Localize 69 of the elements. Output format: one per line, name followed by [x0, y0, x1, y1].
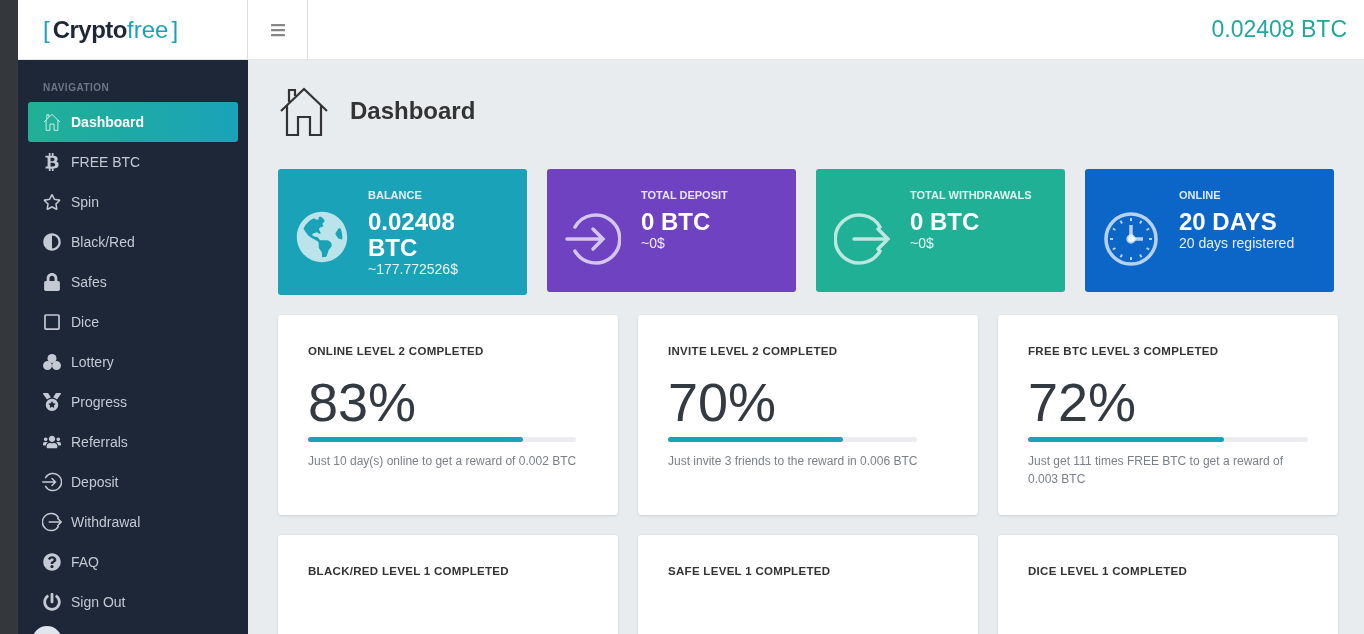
- page-title: Dashboard: [350, 97, 476, 125]
- nav-label: Spin: [71, 194, 100, 210]
- stat-subtext: ~0$: [910, 235, 935, 251]
- nav-item[interactable]: Sign Out: [28, 582, 238, 622]
- home-icon: [43, 113, 61, 131]
- nav-item[interactable]: FAQ: [28, 542, 238, 582]
- stat-value: 20 DAYS: [1179, 209, 1278, 235]
- level-percent: 83%: [308, 371, 418, 433]
- nav-label: Sign Out: [71, 594, 126, 610]
- nav-label: Lottery: [71, 354, 114, 370]
- stat-label: ONLINE: [1179, 189, 1222, 201]
- nav-label: FREE BTC: [71, 154, 141, 170]
- nav-item[interactable]: Safes: [28, 262, 238, 302]
- globe-icon: [296, 211, 348, 263]
- sign-in-icon: [42, 472, 62, 492]
- level-title: FREE BTC LEVEL 3 COMPLETED: [1028, 345, 1220, 357]
- nav-label: Black/Red: [71, 234, 135, 250]
- level-note: Just 10 day(s) online to get a reward of 0.002 BTC: [308, 453, 577, 470]
- balls-icon: [43, 353, 61, 371]
- level-percent: 72%: [1028, 371, 1138, 433]
- nav-label: Safes: [71, 274, 107, 290]
- nav-item[interactable]: Referrals: [28, 422, 238, 462]
- nav-item[interactable]: Deposit: [28, 462, 238, 502]
- medal-icon: [43, 393, 61, 411]
- bitcoin-icon: [43, 153, 61, 171]
- nav-item[interactable]: Black/Red: [28, 222, 238, 262]
- nav-item[interactable]: Lottery: [28, 342, 238, 382]
- nav-item[interactable]: Dice: [28, 302, 238, 342]
- nav-heading: NAVIGATION: [43, 82, 111, 93]
- padlock-icon: [43, 273, 61, 291]
- stat-subtext: ~177.772526$: [368, 261, 459, 277]
- nav-label: Deposit: [71, 474, 119, 490]
- nav-label: Withdrawal: [71, 514, 141, 530]
- nav-label: Dice: [71, 314, 99, 330]
- power-icon: [43, 593, 61, 611]
- nav-label: Progress: [71, 394, 128, 410]
- nav-label: Dashboard: [71, 114, 145, 130]
- level-title: DICE LEVEL 1 COMPLETED: [1028, 565, 1189, 577]
- level-note: Just invite 3 friends to the reward in 0.006 BTC: [668, 453, 918, 470]
- header-balance: 0.02408 BTC: [1211, 16, 1347, 43]
- level-title: ONLINE LEVEL 2 COMPLETED: [308, 345, 485, 357]
- stat-value: 0.02408 BTC: [368, 209, 456, 261]
- nav-label: Referrals: [71, 434, 128, 450]
- sign-in-icon: [565, 211, 621, 267]
- house-icon: [278, 85, 330, 137]
- level-title: SAFE LEVEL 1 COMPLETED: [668, 565, 832, 577]
- users-icon: [43, 433, 61, 451]
- stat-label: TOTAL DEPOSIT: [641, 189, 729, 201]
- sign-out-icon: [42, 512, 62, 532]
- level-title: INVITE LEVEL 2 COMPLETED: [668, 345, 839, 357]
- nav-item[interactable]: FREE BTC: [28, 142, 238, 182]
- sign-out-icon: [834, 211, 890, 267]
- nav-item[interactable]: Withdrawal: [28, 502, 238, 542]
- stat-label: BALANCE: [368, 189, 423, 201]
- level-percent: 70%: [668, 371, 778, 433]
- nav-item[interactable]: Spin: [28, 182, 238, 222]
- nav-label: FAQ: [71, 554, 99, 570]
- menu-icon: [269, 21, 286, 38]
- star-icon: [43, 193, 61, 211]
- stat-value: 0 BTC: [910, 209, 981, 235]
- level-title: BLACK/RED LEVEL 1 COMPLETED: [308, 565, 510, 577]
- level-note: Just get 111 times FREE BTC to get a reward of 0.003 BTC: [1028, 453, 1284, 488]
- stat-label: TOTAL WITHDRAWALS: [910, 189, 1032, 201]
- help-icon: [43, 553, 61, 571]
- stat-subtext: 20 days registered: [1179, 235, 1296, 251]
- stat-value: 0 BTC: [641, 209, 712, 235]
- clock-icon: [1103, 211, 1159, 267]
- stat-subtext: ~0$: [641, 235, 666, 251]
- nav-item[interactable]: Progress: [28, 382, 238, 422]
